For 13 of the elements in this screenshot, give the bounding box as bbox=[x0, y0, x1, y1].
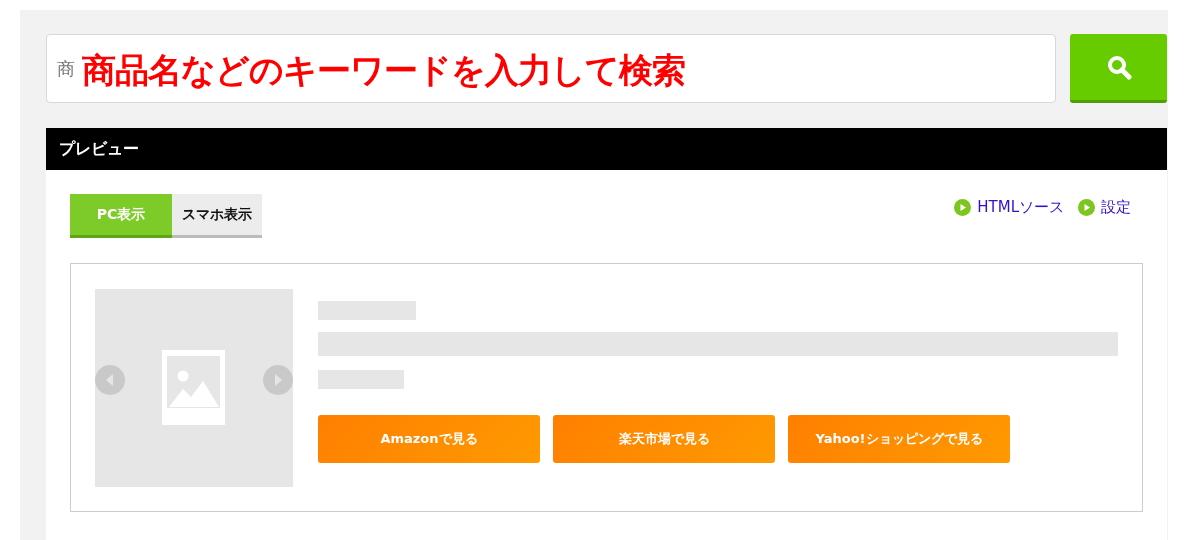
view-tab[interactable]: スマホ表示 bbox=[172, 194, 262, 238]
shop-button[interactable]: Yahoo!ショッピングで見る bbox=[788, 415, 1010, 463]
play-icon bbox=[1078, 199, 1095, 216]
link[interactable]: 設定 bbox=[1101, 198, 1131, 217]
play-icon bbox=[954, 199, 972, 216]
shop-button[interactable]: 楽天市場で見る bbox=[553, 415, 775, 463]
shop-button[interactable]: Amazonで見る bbox=[318, 415, 540, 463]
search-icon bbox=[1105, 54, 1132, 80]
annotation-text: 商品名などのキーワードを入力して検索 bbox=[82, 49, 685, 92]
preview-title: プレビュー bbox=[59, 138, 139, 160]
link[interactable]: HTMLソース bbox=[977, 198, 1064, 217]
search-button[interactable] bbox=[1070, 34, 1167, 103]
view-tab[interactable]: PC表示 bbox=[70, 194, 172, 238]
